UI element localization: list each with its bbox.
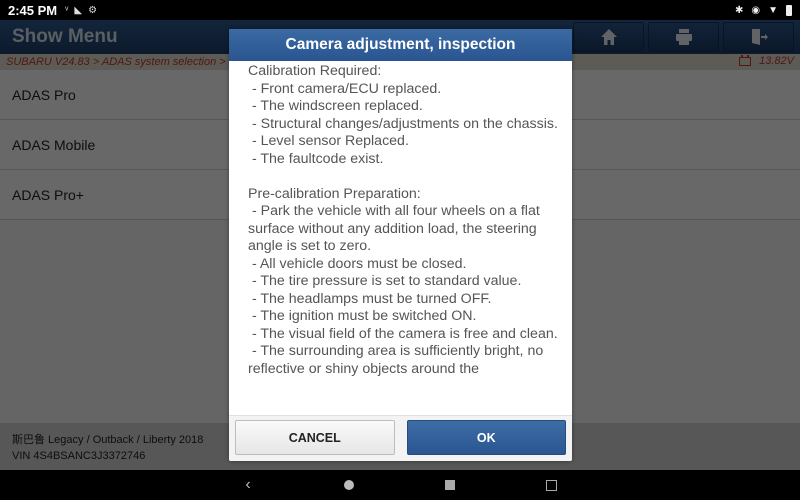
dialog-line: - The faultcode exist. xyxy=(248,150,384,167)
navigation-bar: ‹ xyxy=(0,470,800,500)
dialog-line: - Park the vehicle with all four wheels … xyxy=(248,203,544,254)
screenshot-icon xyxy=(545,479,557,491)
dialog-line: - The tire pressure is set to standard v… xyxy=(248,273,522,289)
section-heading: Pre-calibration Preparation: xyxy=(248,185,421,202)
dialog-body[interactable]: Calibration Required: - Front camera/ECU… xyxy=(229,61,572,415)
dialog-line: - The ignition must be switched ON. xyxy=(248,308,477,324)
dialog-line: - All vehicle doors must be closed. xyxy=(248,255,467,272)
dialog-line: - The headlamps must be turned OFF. xyxy=(248,290,492,307)
dialog-header: Camera adjustment, inspection xyxy=(229,29,572,61)
home-nav-button[interactable] xyxy=(339,475,359,495)
dialog-footer: CANCEL OK xyxy=(229,415,572,461)
screen: 2:45 PM ᵛ ◣ ⚙ ✱ ◉ ▼ Show Menu xyxy=(0,0,800,500)
cast-icon: ◣ xyxy=(74,4,83,16)
dialog-line: - The visual field of the camera is free… xyxy=(248,325,558,342)
vibrate-icon: ᵛ xyxy=(65,4,69,16)
dialog-line: - Structural changes/adjustments on the … xyxy=(248,115,558,132)
cancel-button[interactable]: CANCEL xyxy=(235,420,395,455)
battery-icon xyxy=(786,4,792,16)
home-circle-icon xyxy=(344,480,354,490)
dialog-line: - The windscreen replaced. xyxy=(248,98,423,114)
screenshot-button[interactable] xyxy=(541,475,561,495)
dialog-line: - Level sensor Replaced. xyxy=(248,133,409,149)
dialog-line: - Front camera/ECU replaced. xyxy=(248,80,442,97)
dialog-line: - The surrounding area is sufficiently b… xyxy=(248,343,548,377)
camera-adjustment-dialog: Camera adjustment, inspection Calibratio… xyxy=(229,29,572,461)
eye-icon: ◉ xyxy=(751,4,761,16)
dialog-title: Camera adjustment, inspection xyxy=(285,36,516,53)
bluetooth-icon: ✱ xyxy=(734,4,744,16)
wifi-icon: ▼ xyxy=(768,4,778,16)
settings-badge-icon: ⚙ xyxy=(88,4,98,16)
section-heading: Calibration Required: xyxy=(248,63,382,79)
back-button[interactable]: ‹ xyxy=(238,475,258,495)
recents-icon xyxy=(445,480,455,490)
back-icon: ‹ xyxy=(245,476,251,493)
ok-button[interactable]: OK xyxy=(406,420,566,455)
status-bar: 2:45 PM ᵛ ◣ ⚙ ✱ ◉ ▼ xyxy=(0,0,800,20)
status-time: 2:45 PM xyxy=(8,2,58,18)
recents-button[interactable] xyxy=(440,475,460,495)
